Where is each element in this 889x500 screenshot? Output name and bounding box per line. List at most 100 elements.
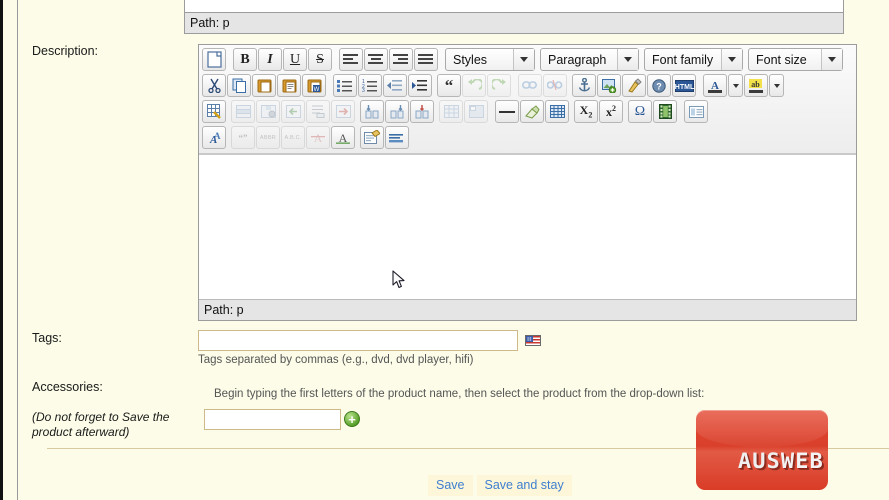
paste-word-icon[interactable]: W — [302, 74, 326, 97]
unlink-icon[interactable] — [543, 74, 567, 97]
font-family-select[interactable]: Font family — [644, 48, 743, 71]
toggle-guidelines-icon[interactable] — [545, 100, 569, 123]
attributes-icon[interactable] — [360, 126, 384, 149]
remove-formatting-icon[interactable] — [520, 100, 544, 123]
font-size-select-label: Font size — [756, 52, 807, 67]
previous-editor-path-bar: Path: p — [184, 12, 844, 34]
undo-icon[interactable] — [462, 74, 486, 97]
tags-label: Tags: — [32, 331, 62, 345]
save-button[interactable]: Save — [428, 475, 473, 496]
underline-icon[interactable]: U — [283, 48, 307, 71]
toolbar-row-4: AA “” ABBR A.B.C. A A — [202, 125, 854, 150]
citation-icon[interactable]: “” — [231, 126, 255, 149]
description-editor-content[interactable] — [199, 154, 856, 299]
unordered-list-icon[interactable] — [333, 74, 357, 97]
insert-column-after-icon[interactable] — [385, 100, 409, 123]
accessories-note: (Do not forget to Save the product after… — [32, 410, 170, 439]
visualchars-icon[interactable] — [385, 126, 409, 149]
paragraph-select-label: Paragraph — [548, 52, 607, 67]
copy-icon[interactable] — [227, 74, 251, 97]
ordered-list-icon[interactable]: 123 — [358, 74, 382, 97]
media-icon[interactable] — [653, 100, 677, 123]
svg-text:W: W — [313, 87, 319, 93]
help-icon[interactable]: ? — [647, 74, 671, 97]
tags-input[interactable] — [198, 330, 518, 351]
logo-text: AUSWEB — [738, 449, 824, 473]
image-icon[interactable] — [597, 74, 621, 97]
svg-text:A: A — [314, 131, 323, 145]
abbreviation-icon[interactable]: ABBR — [256, 126, 280, 149]
save-and-stay-button[interactable]: Save and stay — [476, 475, 572, 496]
cut-icon[interactable] — [202, 74, 226, 97]
paste-icon[interactable] — [252, 74, 276, 97]
svg-text:ab: ab — [751, 80, 760, 89]
toolbar-row-1: B I U S Styles Paragraph Font family Fon… — [202, 47, 854, 72]
bold-icon[interactable]: B — [233, 48, 257, 71]
table-row-properties-icon[interactable] — [231, 100, 255, 123]
superscript-icon[interactable]: x2 — [599, 100, 623, 123]
delete-row-icon[interactable] — [331, 100, 355, 123]
page-content-area: Path: p Description: B I U S Styles Para… — [17, 0, 889, 500]
special-character-icon[interactable]: Ω — [628, 100, 652, 123]
acronym-icon[interactable]: A.B.C. — [281, 126, 305, 149]
chevron-down-icon — [821, 49, 842, 70]
toolbar-row-3: X2 x2 Ω — [202, 99, 854, 124]
background-color-icon[interactable]: ab — [744, 74, 768, 97]
align-center-icon[interactable] — [364, 48, 388, 71]
subscript-icon[interactable]: X2 — [574, 100, 598, 123]
spellcheck-icon[interactable]: AA — [202, 126, 226, 149]
editor-path-bar: Path: p — [199, 299, 856, 320]
background-color-dropdown-icon[interactable] — [769, 74, 784, 97]
insert-column-before-icon[interactable] — [360, 100, 384, 123]
svg-text:A: A — [214, 131, 221, 141]
redo-icon[interactable] — [487, 74, 511, 97]
styles-select-label: Styles — [453, 52, 488, 67]
strikethrough-icon[interactable]: S — [308, 48, 332, 71]
anchor-icon[interactable] — [572, 74, 596, 97]
link-icon[interactable] — [518, 74, 542, 97]
merge-cells-icon[interactable] — [464, 100, 488, 123]
insert-text-icon[interactable]: A — [331, 126, 355, 149]
logo-gloss — [696, 410, 828, 447]
editor-toolbar: B I U S Styles Paragraph Font family Fon… — [199, 45, 856, 154]
insert-table-icon[interactable] — [202, 100, 226, 123]
paragraph-select[interactable]: Paragraph — [540, 48, 639, 71]
outdent-icon[interactable] — [383, 74, 407, 97]
description-rich-text-editor[interactable]: B I U S Styles Paragraph Font family Fon… — [198, 44, 857, 321]
ausweb-logo: AUSWEB — [696, 410, 828, 490]
align-left-icon[interactable] — [339, 48, 363, 71]
table-cell-properties-icon[interactable] — [256, 100, 280, 123]
chevron-down-icon — [617, 49, 638, 70]
styles-select[interactable]: Styles — [445, 48, 535, 71]
text-color-dropdown-icon[interactable] — [728, 74, 743, 97]
delete-text-icon[interactable]: A — [306, 126, 330, 149]
html-source-icon[interactable]: HTML — [672, 74, 696, 97]
add-plus-icon[interactable]: + — [344, 411, 360, 427]
insert-row-after-icon[interactable] — [306, 100, 330, 123]
us-flag-icon[interactable] — [525, 335, 541, 346]
accessories-input[interactable] — [204, 409, 341, 430]
indent-icon[interactable] — [408, 74, 432, 97]
align-right-icon[interactable] — [389, 48, 413, 71]
tags-hint: Tags separated by commas (e.g., dvd, dvd… — [198, 354, 474, 366]
cleanup-icon[interactable] — [622, 74, 646, 97]
accessories-instruction: Begin typing the first letters of the pr… — [214, 388, 705, 400]
page-break-icon[interactable] — [684, 100, 708, 123]
toolbar-row-2: W 123 “ ? HTML A ab — [202, 73, 854, 98]
svg-text:?: ? — [656, 81, 662, 91]
font-family-select-label: Font family — [652, 52, 714, 67]
chevron-down-icon — [721, 49, 742, 70]
insert-row-before-icon[interactable] — [281, 100, 305, 123]
font-size-select[interactable]: Font size — [748, 48, 843, 71]
split-cells-icon[interactable] — [439, 100, 463, 123]
page-root: Path: p Description: B I U S Styles Para… — [0, 0, 889, 500]
text-color-icon[interactable]: A — [703, 74, 727, 97]
align-justify-icon[interactable] — [414, 48, 438, 71]
horizontal-rule-icon[interactable] — [495, 100, 519, 123]
delete-column-icon[interactable] — [410, 100, 434, 123]
blockquote-icon[interactable]: “ — [437, 74, 461, 97]
chevron-down-icon — [513, 49, 534, 70]
new-document-icon[interactable] — [202, 48, 226, 71]
italic-icon[interactable]: I — [258, 48, 282, 71]
paste-text-icon[interactable] — [277, 74, 301, 97]
